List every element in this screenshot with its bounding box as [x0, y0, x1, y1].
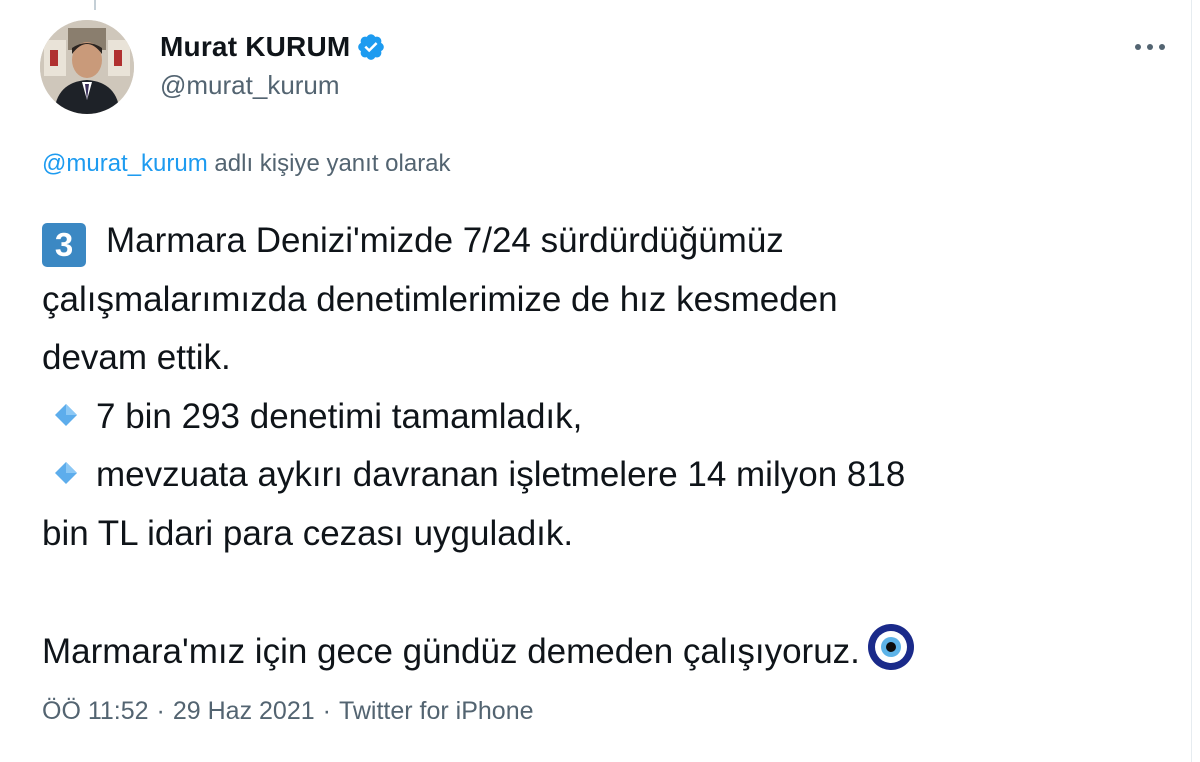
author-name-row: Murat KURUM [160, 30, 386, 64]
tweet-date: 29 Haz 2021 [172, 697, 315, 725]
small-blue-diamond-icon [55, 462, 77, 484]
thread-connector-line [94, 0, 96, 10]
tweet-line-text: mevzuata aykırı davranan işletmelere 14 … [96, 455, 906, 494]
avatar-photo [40, 20, 134, 114]
more-options-button[interactable] [1130, 30, 1170, 64]
tweet-line-text: 7 bin 293 denetimi tamamladık, [96, 396, 583, 436]
tweet-time-link[interactable]: ÖÖ 11:52 · 29 Haz 2021 [42, 697, 315, 726]
tweet-line: Marmara'mız için gece gündüz demeden çal… [42, 622, 1172, 681]
tweet-time: ÖÖ 11:52 [42, 697, 149, 725]
small-blue-diamond-icon [55, 403, 77, 426]
timeline-border [1191, 0, 1192, 762]
tweet-line: çalışmalarımızda denetimlerimize de hız … [42, 271, 1172, 330]
reply-context-text: adlı kişiye yanıt olarak [207, 150, 451, 177]
meta-separator: · [156, 697, 165, 725]
tweet-line: devam ettik. [42, 329, 1172, 388]
reply-context: @murat_kurum adlı kişiye yanıt olarak [42, 150, 451, 178]
tweet-meta: ÖÖ 11:52 · 29 Haz 2021 · Twitter for iPhon… [42, 697, 534, 726]
tweet-line: mevzuata aykırı davranan işletmelere 14 … [42, 446, 1172, 505]
tweet-line-text: çalışmalarımızda denetimlerimize de hız … [42, 279, 838, 319]
keycap-3-icon: 3 [42, 223, 86, 267]
author-handle[interactable]: @murat_kurum [160, 70, 340, 101]
avatar[interactable] [40, 20, 134, 114]
meta-separator: · [322, 697, 331, 725]
author-display-name[interactable]: Murat KURUM [160, 31, 350, 63]
tweet-line: bin TL idari para cezası uyguladık. [42, 505, 1172, 564]
tweet-line: 3 Marmara Denizi'mizde 7/24 sürdürdüğümüz [42, 212, 1172, 271]
tweet-line-text: devam ettik. [42, 338, 231, 377]
tweet-line-text: bin TL idari para cezası uyguladık. [42, 513, 574, 553]
reply-mention-link[interactable]: @murat_kurum [42, 150, 208, 177]
tweet-line-text: Marmara'mız için gece gündüz demeden çal… [42, 631, 860, 671]
tweet-text: 3 Marmara Denizi'mizde 7/24 sürdürdüğümüz… [42, 212, 1172, 680]
tweet-line: 7 bin 293 denetimi tamamladık, [42, 388, 1172, 447]
more-horizontal-icon [1135, 44, 1165, 50]
verified-badge-icon [356, 32, 386, 62]
tweet-source-link[interactable]: Twitter for iPhone [339, 697, 534, 726]
nazar-amulet-icon [867, 623, 914, 670]
tweet-line-text: Marmara Denizi'mizde 7/24 sürdürdüğümüz [106, 221, 784, 260]
